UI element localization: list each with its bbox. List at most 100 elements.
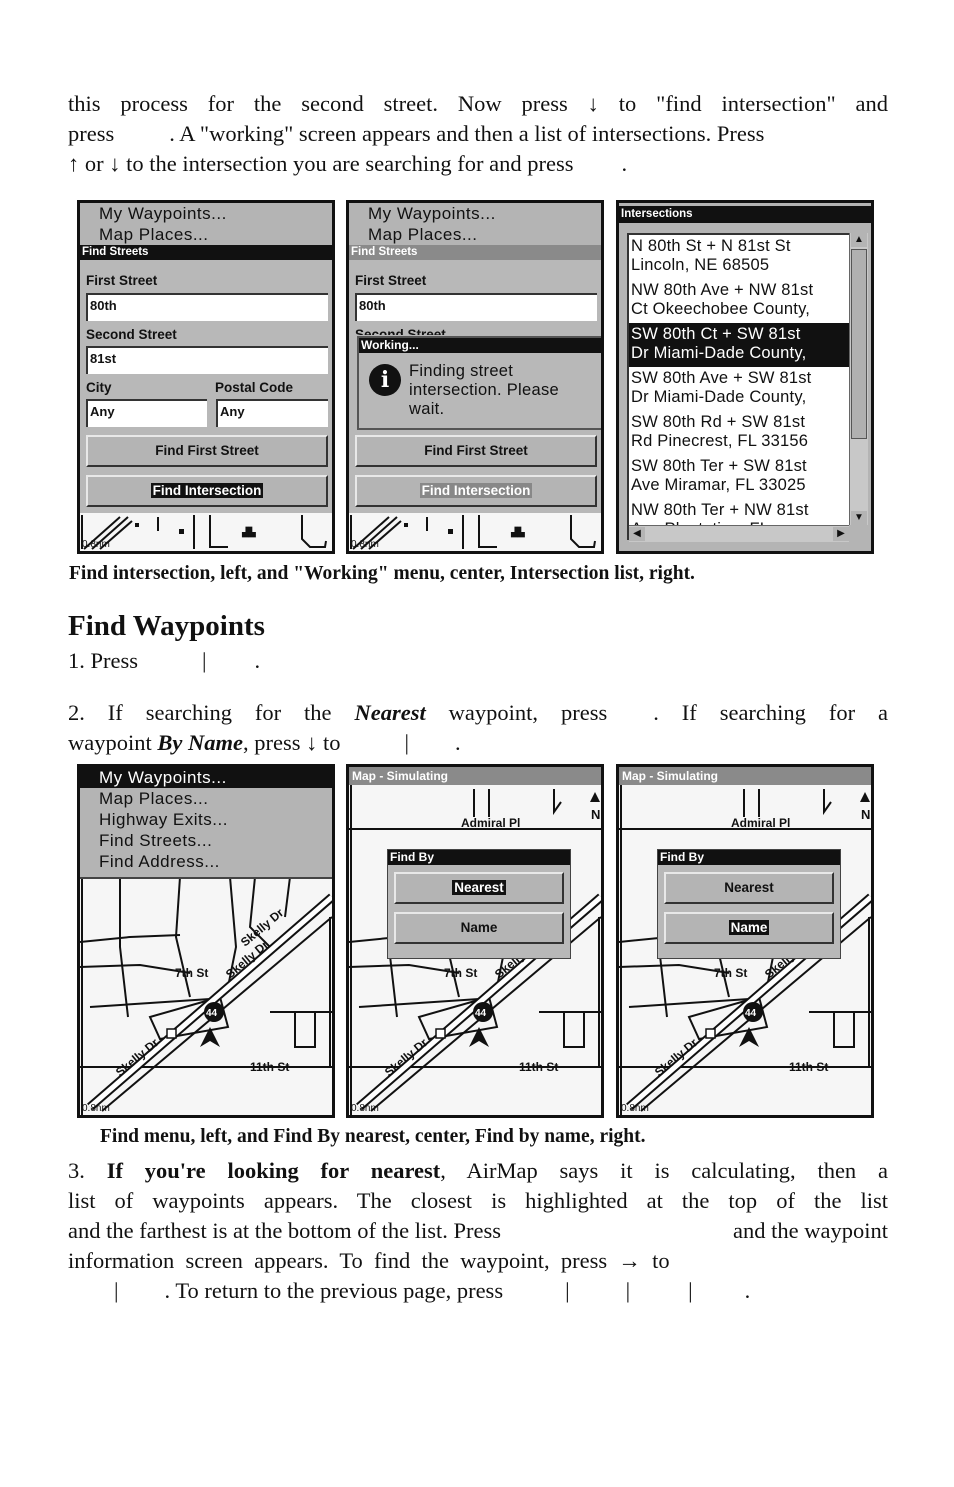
vertical-scrollbar[interactable]: ▲ ▼ — [849, 233, 868, 525]
step1: 1. Press |. — [68, 648, 261, 673]
second-street-label: Second Street — [355, 327, 446, 335]
dialog-title: Find Streets — [349, 245, 601, 260]
second-street-label: Second Street — [86, 327, 177, 342]
street-label: Skelly Dr — [382, 1035, 431, 1079]
find-menu-item[interactable]: Map Places... — [80, 788, 332, 809]
find-by-nearest-screen: 447th St11th StSkelly DrSkelly DrSkelly … — [346, 764, 604, 1118]
city-field[interactable]: Any — [86, 399, 207, 427]
name-button[interactable]: Name — [664, 912, 834, 944]
find-intersection-button[interactable]: Find Intersection — [355, 475, 597, 507]
menu-item-map-places[interactable]: Map Places... — [349, 224, 601, 245]
highway-label: 44 — [475, 1008, 487, 1019]
map-strip: ▟▙ 0.8nm — [349, 513, 601, 551]
map-road — [473, 789, 562, 817]
map-road — [563, 1012, 585, 1048]
info-icon: i — [369, 364, 401, 396]
street-label: 7th St — [444, 966, 477, 980]
intersections-title: Intersections — [619, 206, 871, 223]
menu-item-my-waypoints[interactable]: My Waypoints... — [80, 203, 332, 224]
nearest-button[interactable]: Nearest — [664, 872, 834, 904]
find-streets-screen: My Waypoints... Map Places... Find Stree… — [77, 200, 335, 554]
map-scale: 0.8nm — [621, 1103, 649, 1114]
find-menu-item[interactable]: My Waypoints... — [80, 767, 332, 788]
map-title: Map - Simulating — [349, 767, 601, 785]
find-by-title: Find By — [658, 850, 840, 865]
find-first-street-button[interactable]: Find First Street — [355, 435, 597, 467]
nearest-button[interactable]: Nearest — [394, 872, 564, 904]
step2: 2. If searching for the Nearest waypoint… — [68, 700, 889, 755]
intersection-item[interactable]: SW 80th Ter + SW 81st Ave Miramar, FL 330… — [629, 455, 849, 499]
intro-line-3: ↑ or ↓ to the intersection you are searc… — [68, 151, 628, 176]
map-strip-graphic: ▟▙ — [81, 515, 327, 550]
working-message: Finding street intersection. Please wait… — [409, 362, 559, 418]
intersection-item[interactable]: SW 80th Rd + SW 81st Rd Pinecrest, FL 331… — [629, 411, 849, 455]
find-first-street-button[interactable]: Find First Street — [86, 435, 328, 467]
map-road — [833, 1012, 855, 1048]
map-road — [294, 1012, 316, 1048]
first-street-field[interactable]: 80th — [86, 293, 328, 321]
highway-label: 44 — [206, 1008, 218, 1019]
map-road — [119, 877, 129, 1018]
map-road — [349, 963, 460, 974]
find-menu-item[interactable]: Find Address... — [80, 851, 332, 872]
north-indicator: N — [861, 807, 870, 822]
menu-item-my-waypoints[interactable]: My Waypoints... — [349, 203, 601, 224]
intro-line-1: this process for the second street. Now … — [68, 91, 888, 116]
waypoint-icon — [705, 1028, 716, 1039]
street-label: 11th St — [789, 1060, 828, 1074]
find-menu-item[interactable]: Highway Exits... — [80, 809, 332, 830]
north-arrow-icon — [590, 792, 600, 802]
map-road — [619, 963, 730, 974]
intro-paragraph: this process for the second street. Now … — [68, 89, 888, 179]
find-by-title: Find By — [388, 850, 570, 865]
working-dialog: Working... i Finding street intersection… — [357, 336, 601, 430]
working-title: Working... — [359, 338, 601, 353]
find-by-name-screen: 447th St11th StSkelly DrSkelly DrSkelly … — [616, 764, 874, 1118]
horizontal-scrollbar[interactable]: ◀ ▶ — [629, 525, 849, 542]
street-label: 7th St — [175, 966, 208, 980]
find-streets-dialog: Find Streets First Street 80th Second St… — [80, 245, 332, 517]
find-intersection-button[interactable]: Find Intersection — [86, 475, 328, 507]
map-title: Map - Simulating — [619, 767, 871, 785]
map-scale: 0.8nm — [351, 1103, 379, 1114]
waypoint-icon — [435, 1028, 446, 1039]
working-screen: My Waypoints... Map Places... Find Stree… — [346, 200, 604, 554]
intersection-item[interactable]: N 80th St + N 81st St Lincoln, NE 68505 — [629, 235, 849, 279]
north-indicator: N — [591, 807, 600, 822]
city-label: City — [86, 380, 112, 395]
intersection-item[interactable]: NW 80th Ave + NW 81st Ct Okeechobee Count… — [629, 279, 849, 323]
intersections-screen: Intersections N 80th St + N 81st St Linco… — [616, 200, 874, 554]
scroll-up-icon[interactable]: ▲ — [851, 233, 867, 247]
intersection-item[interactable]: SW 80th Ct + SW 81st Dr Miami-Dade County… — [629, 323, 849, 367]
svg-text:▟▙: ▟▙ — [241, 526, 257, 538]
postal-code-field[interactable]: Any — [216, 399, 328, 427]
street-label: Skelly Dr — [652, 1035, 701, 1079]
scroll-left-icon[interactable]: ◀ — [629, 527, 645, 541]
find-by-dialog: Find By Nearest Name — [387, 849, 571, 959]
scroll-right-icon[interactable]: ▶ — [833, 527, 849, 541]
first-street-label: First Street — [355, 273, 427, 288]
map-road — [80, 934, 181, 943]
second-street-field[interactable]: 81st — [86, 346, 328, 374]
first-street-field[interactable]: 80th — [355, 293, 597, 321]
map-road — [80, 963, 191, 974]
figure1-caption: Find intersection, left, and "Working" m… — [69, 563, 695, 584]
postal-code-label: Postal Code — [215, 380, 294, 395]
street-label: Skelly Dr — [113, 1035, 162, 1079]
intersections-list: N 80th St + N 81st St Lincoln, NE 68505 NW… — [627, 233, 849, 540]
intersection-item[interactable]: SW 80th Ave + SW 81st Dr Miami-Dade Count… — [629, 367, 849, 411]
position-arrow-icon — [200, 1027, 220, 1047]
map-road — [743, 789, 832, 817]
scroll-down-icon[interactable]: ▼ — [851, 511, 867, 525]
position-arrow-icon — [739, 1027, 759, 1047]
scroll-thumb[interactable] — [851, 249, 867, 439]
name-button[interactable]: Name — [394, 912, 564, 944]
map-scale: 0.8nm — [82, 1103, 110, 1114]
find-menu-item[interactable]: Find Streets... — [80, 830, 332, 851]
waypoint-icon — [166, 1028, 177, 1039]
north-arrow-icon — [860, 792, 870, 802]
find-menu: My Waypoints... Map Places... — [349, 203, 601, 247]
menu-item-map-places[interactable]: Map Places... — [80, 224, 332, 245]
find-menu-screen: 44 7th St 11th St Skelly Dr Skelly Dr Skelly … — [77, 764, 335, 1118]
figure2-caption: Find menu, left, and Find By nearest, ce… — [100, 1126, 646, 1147]
